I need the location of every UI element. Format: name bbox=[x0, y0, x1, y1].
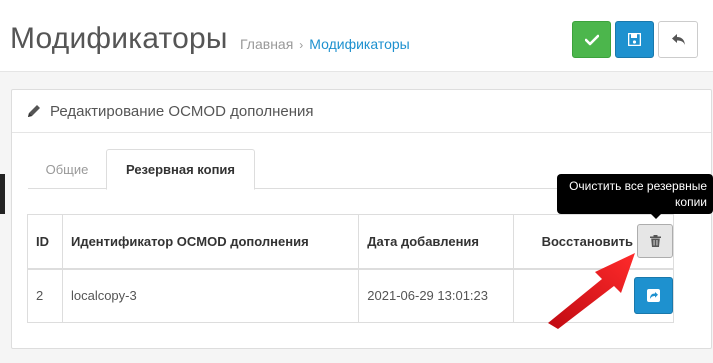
save-button[interactable] bbox=[572, 21, 611, 58]
tab-backup[interactable]: Резервная копия bbox=[106, 149, 255, 190]
breadcrumb: Главная › Модификаторы bbox=[240, 36, 410, 52]
backup-table: ID Идентификатор OCMOD дополнения Дата д… bbox=[27, 214, 674, 323]
header-restore: Восстановить bbox=[513, 214, 674, 270]
save-and-stay-button[interactable] bbox=[615, 21, 654, 58]
share-square-icon bbox=[647, 289, 660, 303]
table-row: 2 localcopy-3 2021-06-29 13:01:23 bbox=[27, 268, 674, 323]
side-panel-handle[interactable] bbox=[0, 174, 5, 214]
clear-backups-button[interactable] bbox=[637, 224, 673, 259]
page-title: Модификаторы bbox=[10, 22, 228, 55]
floppy-icon bbox=[628, 33, 641, 46]
table-header-row: ID Идентификатор OCMOD дополнения Дата д… bbox=[27, 214, 674, 270]
panel-title: Редактирование OCMOD дополнения bbox=[50, 102, 314, 120]
pencil-icon bbox=[28, 105, 40, 117]
clear-backups-tooltip: Очистить все резервные копии bbox=[557, 174, 713, 214]
breadcrumb-separator: › bbox=[299, 38, 304, 52]
restore-button[interactable] bbox=[634, 277, 673, 315]
panel-heading: Редактирование OCMOD дополнения bbox=[12, 90, 711, 133]
tab-general[interactable]: Общие bbox=[28, 149, 106, 189]
header-date: Дата добавления bbox=[358, 214, 515, 270]
edit-panel: Редактирование OCMOD дополнения Общие Ре… bbox=[11, 89, 713, 349]
tooltip-arrow bbox=[651, 214, 661, 219]
trash-icon bbox=[649, 235, 661, 248]
footer bbox=[0, 355, 713, 363]
row-id: 2 bbox=[27, 268, 63, 323]
page-header: Модификаторы Главная › Модификаторы bbox=[0, 0, 713, 72]
header-id: ID bbox=[27, 214, 63, 270]
row-date: 2021-06-29 13:01:23 bbox=[358, 268, 515, 323]
header-restore-label: Восстановить bbox=[541, 233, 633, 249]
breadcrumb-home-link[interactable]: Главная bbox=[240, 36, 293, 52]
row-restore-cell bbox=[513, 268, 674, 323]
breadcrumb-modifiers-link[interactable]: Модификаторы bbox=[309, 36, 409, 52]
check-icon bbox=[584, 34, 599, 45]
header-name: Идентификатор OCMOD дополнения bbox=[61, 214, 360, 270]
back-button[interactable] bbox=[658, 21, 698, 58]
reply-icon bbox=[671, 34, 685, 45]
row-name: localcopy-3 bbox=[61, 268, 360, 323]
